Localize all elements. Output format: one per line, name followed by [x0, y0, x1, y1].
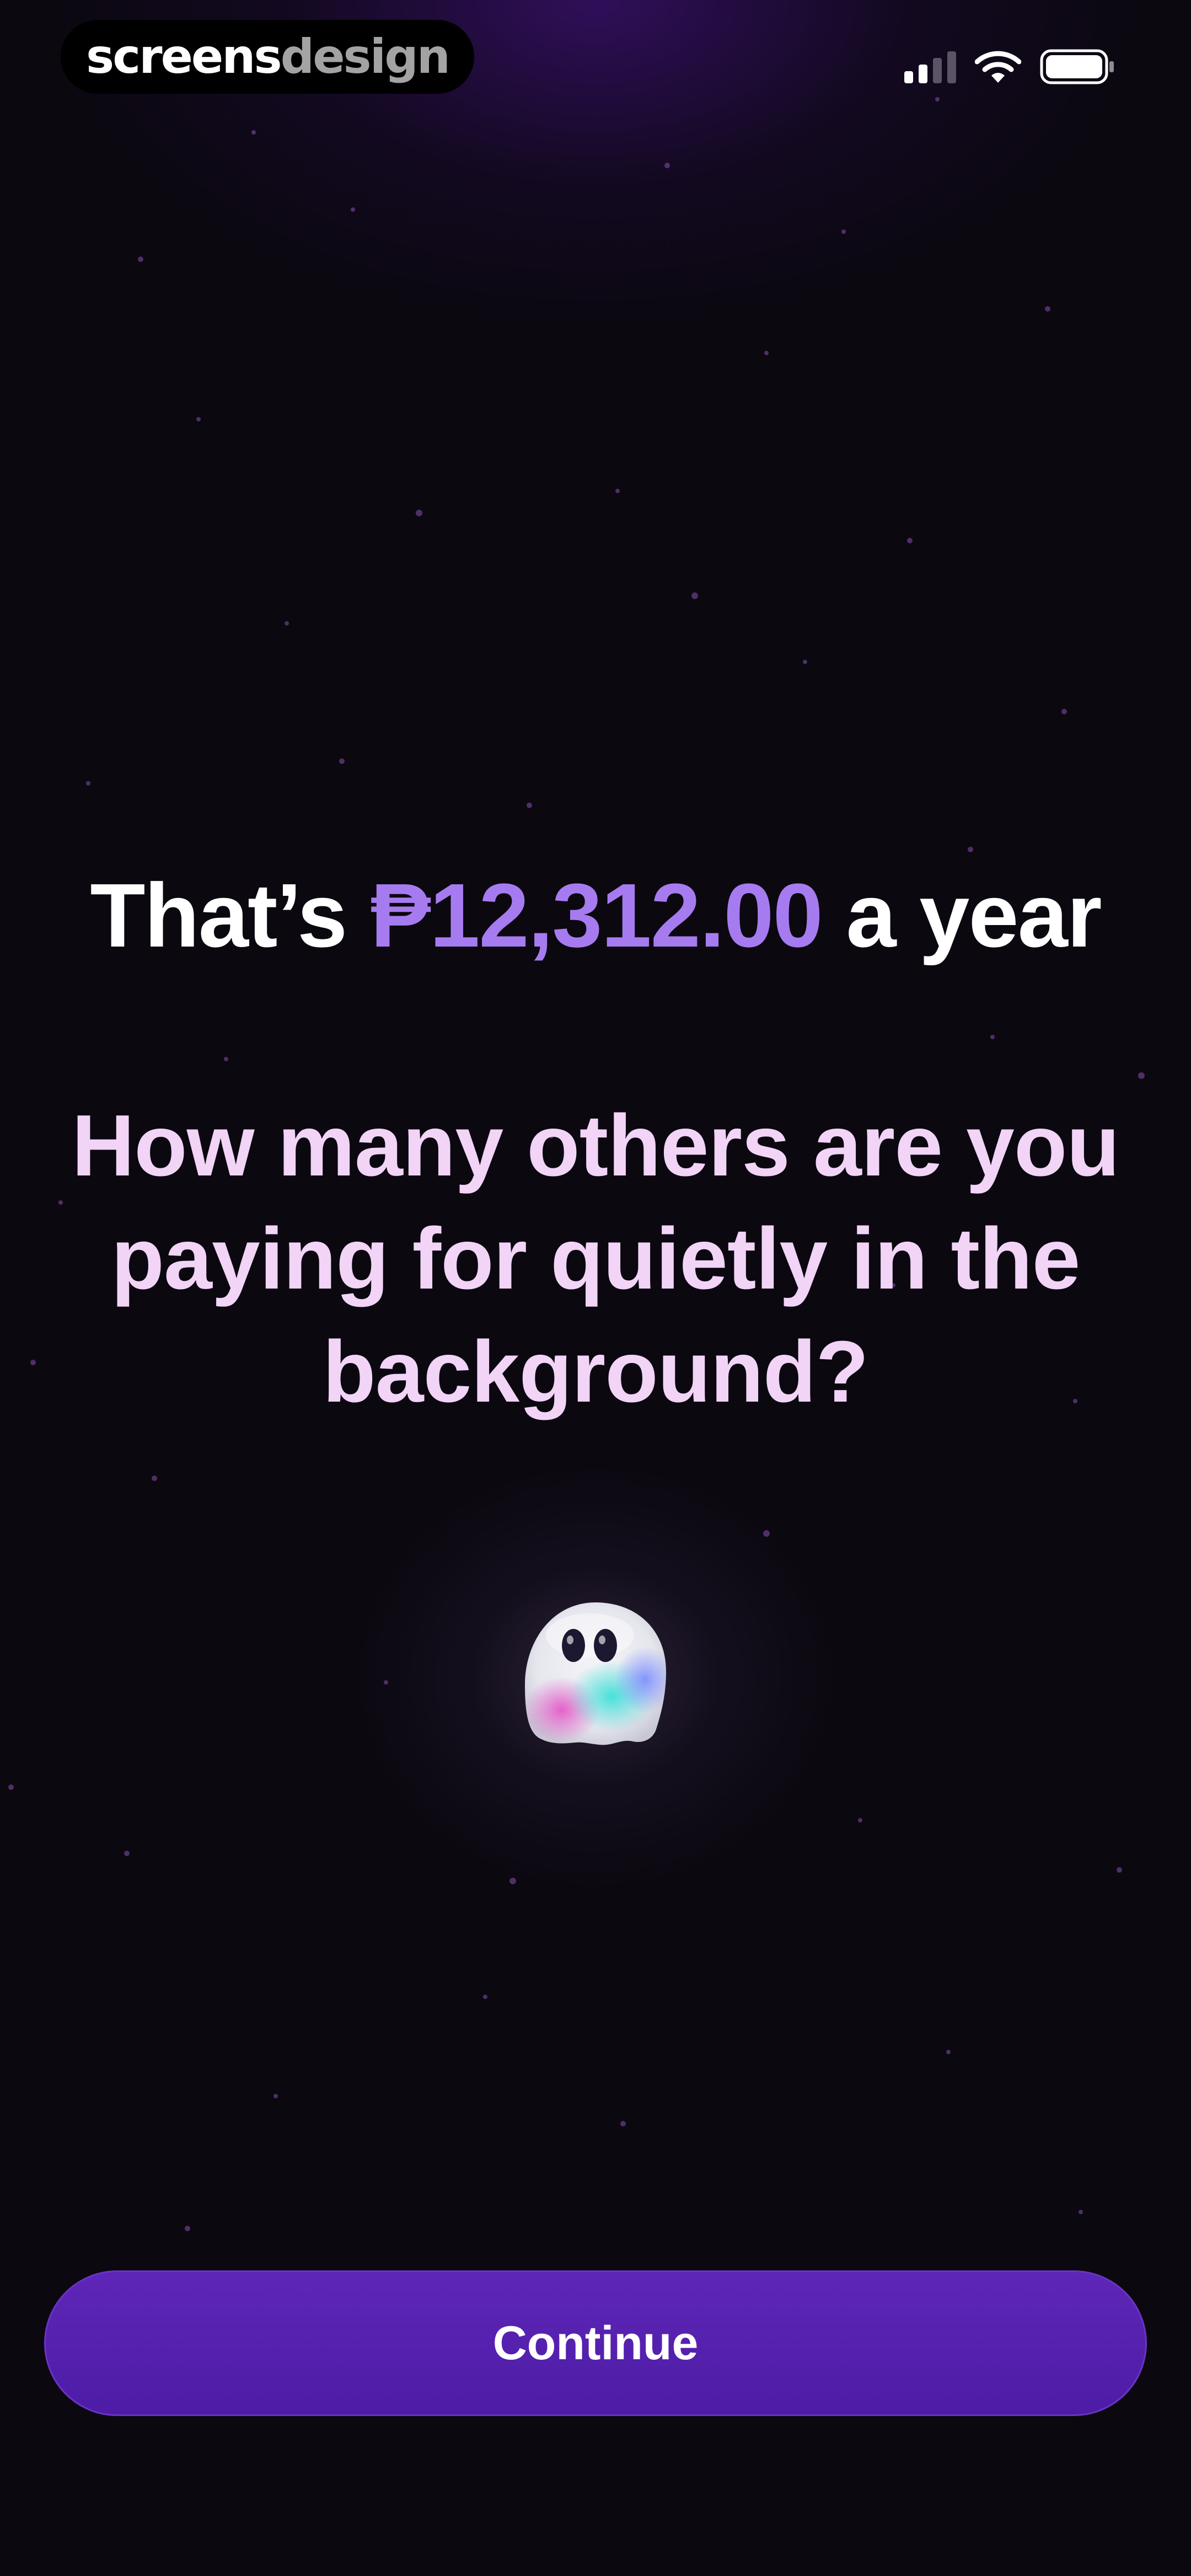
continue-button[interactable]: Continue: [44, 2270, 1147, 2416]
status-icons: [904, 47, 1115, 86]
battery-icon: [1040, 49, 1115, 84]
question-text: How many others are you paying for quiet…: [72, 1097, 1120, 1420]
brand-logo-part1: screens: [86, 29, 282, 84]
brand-badge: screensdesign: [61, 20, 474, 94]
cellular-signal-icon: [904, 50, 956, 83]
brand-logo-text: screensdesign: [86, 33, 450, 81]
yearly-cost-headline: That’s ₱12,312.00 a year: [0, 861, 1191, 971]
brand-logo-part2: design: [280, 29, 450, 84]
continue-button-label: Continue: [492, 2316, 699, 2370]
yearly-cost-amount: ₱12,312.00: [370, 865, 823, 966]
headline-prefix: That’s: [90, 865, 371, 966]
headline-suffix: a year: [822, 865, 1102, 966]
ghost-icon: [518, 1597, 673, 1751]
wifi-icon: [975, 50, 1021, 84]
